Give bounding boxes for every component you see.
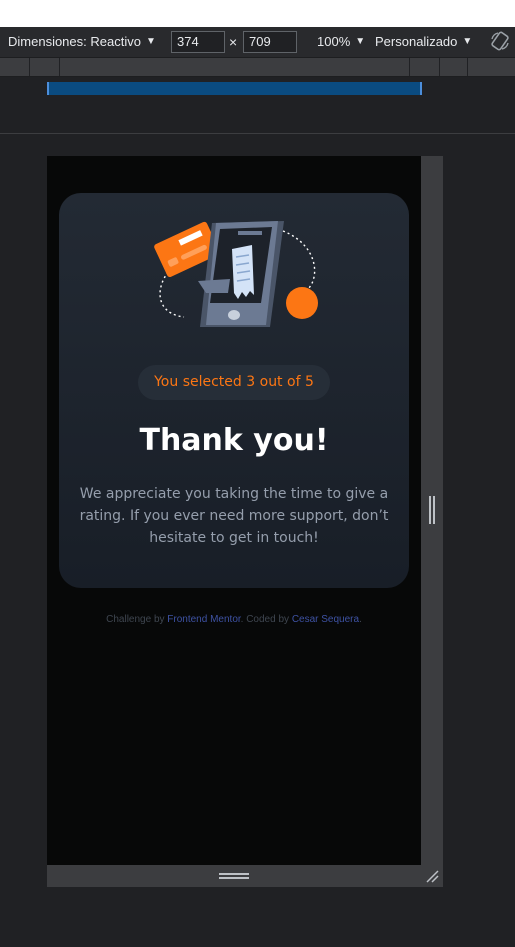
media-query-ruler (0, 57, 515, 77)
attribution-middle: . Coded by (240, 614, 292, 625)
resize-grip-icon (429, 496, 435, 524)
attribution-prefix: Challenge by (106, 614, 168, 625)
ruler-segment[interactable] (467, 58, 468, 76)
thank-you-illustration (154, 221, 318, 327)
width-input[interactable]: 374 (171, 31, 225, 53)
max-rating: 5 (304, 374, 314, 390)
ruler-segment[interactable] (29, 58, 30, 76)
throttle-dropdown[interactable]: Personalizado ▼ (375, 34, 472, 50)
height-input[interactable]: 709 (243, 31, 297, 53)
ruler-segment[interactable] (439, 58, 440, 76)
attribution-suffix: . (359, 614, 362, 625)
caret-down-icon: ▼ (355, 36, 366, 47)
rating-result-badge: You selected 3 out of 5 (138, 365, 330, 400)
media-query-bar[interactable] (47, 82, 422, 95)
device-toolbar: Dimensiones: Reactivo ▼ 374 × 709 100% ▼… (0, 27, 515, 57)
rotate-icon[interactable] (489, 30, 511, 52)
throttle-label: Personalizado (375, 34, 458, 49)
attribution: Challenge by Frontend Mentor. Coded by C… (47, 614, 421, 625)
badge-prefix: You selected (154, 374, 247, 390)
thank-you-message: We appreciate you taking the time to giv… (79, 486, 389, 546)
device-viewport: You selected 3 out of 5 Thank you! We ap… (47, 156, 421, 865)
caret-down-icon: ▼ (462, 36, 473, 47)
media-query-strip (0, 77, 515, 134)
resize-grip-icon (219, 873, 249, 879)
ruler-segment[interactable] (409, 58, 410, 76)
right-resize-handle[interactable] (421, 156, 443, 865)
ruler-segment[interactable] (59, 58, 60, 76)
selected-rating: 3 (246, 374, 256, 390)
badge-middle: out of (255, 374, 305, 390)
dimensions-label: Dimensiones: Reactivo (8, 34, 141, 49)
author-link[interactable]: Cesar Sequera (292, 614, 359, 625)
browser-top-strip (0, 0, 515, 27)
corner-resize-icon (426, 870, 439, 883)
corner-resize-handle[interactable] (421, 865, 443, 887)
zoom-label: 100% (317, 34, 351, 49)
bottom-resize-handle[interactable] (47, 865, 421, 887)
times-sign: × (229, 34, 238, 50)
dimensions-dropdown[interactable]: Dimensiones: Reactivo ▼ (8, 34, 156, 50)
thank-you-card: You selected 3 out of 5 Thank you! We ap… (59, 193, 409, 588)
caret-down-icon: ▼ (145, 36, 156, 47)
zoom-dropdown[interactable]: 100% ▼ (317, 34, 365, 50)
thank-you-title: Thank you! (139, 423, 329, 458)
frontend-mentor-link[interactable]: Frontend Mentor (167, 614, 240, 625)
